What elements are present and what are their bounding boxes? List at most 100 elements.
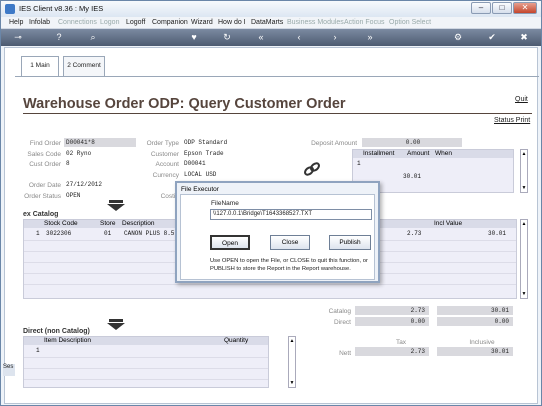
catalog-unit-value: 2.73 bbox=[407, 230, 422, 237]
scroll-down-icon[interactable]: ▼ bbox=[521, 184, 527, 192]
tab-divider bbox=[15, 76, 539, 77]
toolbar: ⊸ ? ⌕ ♥ ↻ « ‹ › » ⚙ ✔ ✖ bbox=[1, 29, 541, 46]
tab-comment[interactable]: 2 Comment bbox=[63, 56, 105, 76]
order-status-field: OPEN bbox=[64, 191, 136, 200]
title-bar: IES Client v8.36 : My IES – □ ✕ bbox=[1, 1, 541, 17]
tax-label: Tax bbox=[395, 339, 407, 346]
catalog-scrollbar[interactable]: ▲ ▼ bbox=[520, 219, 528, 299]
menu-wizard[interactable]: Wizard bbox=[191, 19, 213, 26]
store-col: Store bbox=[100, 220, 116, 227]
link-icon[interactable] bbox=[303, 161, 321, 177]
catalog-total-excl: 2.73 bbox=[355, 306, 429, 315]
key-icon[interactable]: ⊸ bbox=[7, 32, 29, 42]
cust-order-field[interactable]: 8 bbox=[64, 159, 136, 168]
scroll-down-icon[interactable]: ▼ bbox=[521, 290, 527, 298]
direct-total-label: Direct bbox=[334, 319, 351, 326]
app-icon bbox=[5, 4, 15, 14]
filename-field[interactable]: \\127.0.0.1\Bridge\T1643368527.TXT bbox=[210, 209, 372, 220]
close-button[interactable]: Close bbox=[270, 235, 310, 250]
catalog-store[interactable]: 01 bbox=[104, 230, 111, 237]
sales-code-label: Sales Code bbox=[27, 151, 61, 158]
nett-tax-field: 2.73 bbox=[355, 347, 429, 356]
account-label: Account bbox=[155, 161, 180, 168]
direct-grid: Item Description Quantity 1 bbox=[23, 336, 269, 388]
menu-datamarts[interactable]: DataMarts bbox=[251, 19, 283, 26]
direct-heading: Direct (non Catalog) bbox=[23, 328, 90, 335]
sales-code-field[interactable]: 02 Ryno bbox=[64, 149, 136, 158]
open-button[interactable]: Open bbox=[210, 235, 250, 250]
customer-label: Customer bbox=[150, 151, 179, 158]
nett-label: Nett bbox=[339, 350, 351, 357]
order-type-label: Order Type bbox=[146, 140, 179, 147]
scroll-up-icon[interactable]: ▲ bbox=[521, 220, 527, 228]
stock-code-col: Stock Code bbox=[44, 220, 78, 227]
menu-how-do-i[interactable]: How do I bbox=[218, 19, 246, 26]
menu-companion[interactable]: Companion bbox=[152, 19, 188, 26]
expand-arrow-icon[interactable] bbox=[107, 204, 125, 211]
menu-business-modules[interactable]: Business Modules bbox=[287, 19, 344, 26]
tab-main[interactable]: 1 Main bbox=[21, 56, 59, 76]
order-type-field[interactable]: ODP Standard bbox=[182, 138, 298, 147]
menu-logon[interactable]: Logon bbox=[100, 19, 119, 26]
first-icon[interactable]: « bbox=[254, 32, 268, 42]
expand-bar-icon[interactable] bbox=[109, 319, 123, 322]
menu-action-focus[interactable]: Action Focus bbox=[344, 19, 384, 26]
installment-scrollbar[interactable]: ▲ ▼ bbox=[520, 149, 528, 193]
currency-field[interactable]: LOCAL USD bbox=[182, 170, 298, 179]
filename-label: FileName bbox=[211, 200, 239, 207]
scroll-up-icon[interactable]: ▲ bbox=[289, 337, 295, 345]
publish-button[interactable]: Publish bbox=[329, 235, 371, 250]
incl-value-col: Incl Value bbox=[434, 220, 463, 227]
minimize-button[interactable]: – bbox=[471, 2, 491, 14]
order-date-field[interactable]: 27/12/2012 bbox=[64, 180, 136, 189]
item-description-col: Item Description bbox=[44, 337, 91, 344]
close-icon[interactable]: ✖ bbox=[518, 32, 530, 42]
quantity-col: Quantity bbox=[224, 337, 249, 344]
menu-infolab[interactable]: Infolab bbox=[29, 19, 50, 26]
currency-label: Currency bbox=[152, 172, 179, 179]
scroll-up-icon[interactable]: ▲ bbox=[521, 150, 527, 158]
last-icon[interactable]: » bbox=[363, 32, 377, 42]
heart-icon[interactable]: ♥ bbox=[188, 32, 200, 42]
expand-arrow-icon[interactable] bbox=[107, 323, 125, 330]
find-order-field[interactable]: D00041*8 bbox=[64, 138, 136, 147]
customer-field[interactable]: Epson Trade bbox=[182, 149, 298, 158]
menu-logoff[interactable]: Logoff bbox=[126, 19, 145, 26]
side-panel-stub: Ses bbox=[3, 364, 15, 376]
search-icon[interactable]: ⌕ bbox=[87, 32, 99, 42]
catalog-total-incl: 30.01 bbox=[437, 306, 513, 315]
order-date-label: Order Date bbox=[28, 182, 61, 189]
menu-help[interactable]: Help bbox=[9, 19, 23, 26]
maximize-button[interactable]: □ bbox=[492, 2, 512, 14]
expand-bar-icon[interactable] bbox=[109, 200, 123, 203]
installment-side-value: 30.01 bbox=[403, 173, 422, 180]
close-window-button[interactable]: ✕ bbox=[513, 2, 537, 14]
refresh-icon[interactable]: ↻ bbox=[221, 32, 233, 42]
account-field[interactable]: D00041 bbox=[182, 159, 298, 168]
inclusive-label: Inclusive bbox=[469, 339, 495, 346]
window-title: IES Client v8.36 : My IES bbox=[19, 4, 104, 13]
catalog-row-num: 1 bbox=[36, 230, 40, 237]
catalog-description[interactable]: CANON PLUS 8.5 bbox=[124, 230, 174, 237]
direct-scrollbar[interactable]: ▲ ▼ bbox=[288, 336, 296, 388]
quit-link[interactable]: Quit bbox=[515, 96, 528, 103]
catalog-incl-value: 30.01 bbox=[488, 230, 507, 237]
gear-icon[interactable]: ⚙ bbox=[452, 32, 464, 42]
deposit-amount-label: Deposit Amount bbox=[311, 140, 357, 147]
check-icon[interactable]: ✔ bbox=[486, 32, 498, 42]
help-icon[interactable]: ? bbox=[53, 32, 65, 42]
dialog-body: FileName \\127.0.0.1\Bridge\T1643368527.… bbox=[180, 194, 375, 280]
installment-col: Installment bbox=[363, 150, 395, 157]
scroll-down-icon[interactable]: ▼ bbox=[289, 379, 295, 387]
menu-option-select[interactable]: Option Select bbox=[389, 19, 431, 26]
status-print-link[interactable]: Status Print bbox=[494, 117, 530, 124]
app-window: IES Client v8.36 : My IES – □ ✕ Help Inf… bbox=[0, 0, 542, 406]
catalog-total-label: Catalog bbox=[328, 308, 351, 315]
catalog-stock-code[interactable]: 3022306 bbox=[46, 230, 71, 237]
dialog-title: File Executor bbox=[181, 186, 219, 193]
cust-order-label: Cust Order bbox=[29, 161, 61, 168]
previous-icon[interactable]: ‹ bbox=[293, 32, 305, 42]
menu-connections[interactable]: Connections bbox=[58, 19, 97, 26]
deposit-amount-field[interactable]: 0.00 bbox=[362, 138, 462, 147]
next-icon[interactable]: › bbox=[329, 32, 341, 42]
